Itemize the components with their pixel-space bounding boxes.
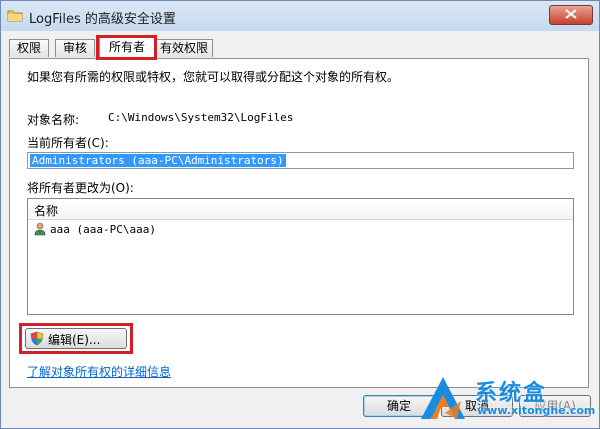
title-bar[interactable]: LogFiles 的高级安全设置 bbox=[1, 1, 599, 31]
current-owner-field[interactable]: Administrators (aaa-PC\Administrators) bbox=[27, 152, 574, 169]
tab-auditing[interactable]: 审核 bbox=[55, 39, 95, 57]
list-item-label: aaa (aaa-PC\aaa) bbox=[50, 223, 156, 236]
dialog-window: LogFiles 的高级安全设置 权限 审核 所有者 有效权限 如果您有所需的权… bbox=[0, 0, 600, 429]
edit-button-highlight bbox=[19, 323, 133, 354]
close-button[interactable] bbox=[549, 5, 593, 25]
object-name-value: C:\Windows\System32\LogFiles bbox=[108, 111, 294, 124]
user-icon bbox=[34, 222, 46, 236]
object-name-label: 对象名称: bbox=[27, 113, 80, 127]
change-owner-label: 将所有者更改为(O): bbox=[27, 181, 134, 195]
cancel-button[interactable]: 取消 bbox=[441, 395, 513, 417]
list-header[interactable]: 名称 bbox=[28, 199, 573, 220]
current-owner-label: 当前所有者(C): bbox=[27, 136, 109, 150]
close-icon bbox=[565, 8, 577, 22]
tab-effective-permissions[interactable]: 有效权限 bbox=[155, 39, 213, 57]
info-text: 如果您有所需的权限或特权，您就可以取得或分配这个对象的所有权。 bbox=[27, 70, 400, 84]
ok-button[interactable]: 确定 bbox=[363, 395, 435, 417]
owner-tab-highlight bbox=[96, 35, 157, 60]
column-header-name: 名称 bbox=[34, 204, 59, 218]
owner-list[interactable]: 名称 aaa (aaa-PC\aaa) bbox=[27, 198, 574, 315]
learn-more-link[interactable]: 了解对象所有权的详细信息 bbox=[27, 363, 171, 380]
folder-icon bbox=[7, 8, 23, 22]
apply-button[interactable]: 应用(A) bbox=[519, 395, 591, 417]
tab-permissions[interactable]: 权限 bbox=[9, 39, 49, 57]
current-owner-value: Administrators (aaa-PC\Administrators) bbox=[30, 154, 286, 167]
window-title: LogFiles 的高级安全设置 bbox=[29, 12, 176, 27]
list-item[interactable]: aaa (aaa-PC\aaa) bbox=[28, 221, 573, 239]
